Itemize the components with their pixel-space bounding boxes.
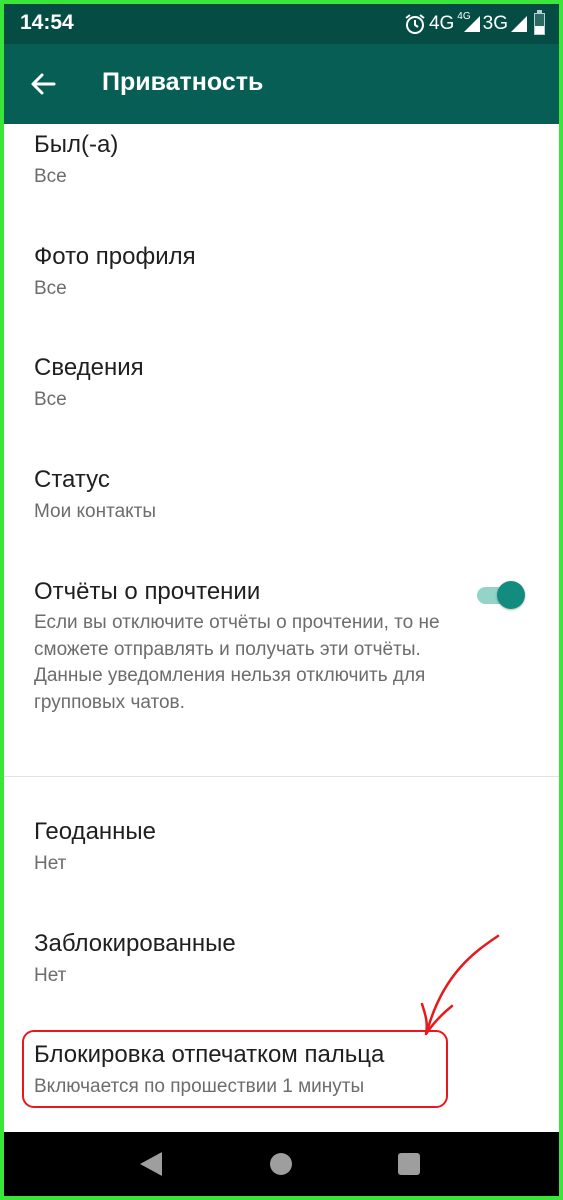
screen: 14:54 4G 4G 3G Приватность Был(-а) Все Ф bbox=[4, 4, 559, 1196]
arrow-left-icon[interactable] bbox=[24, 64, 64, 104]
annotation-arrow-icon bbox=[420, 934, 500, 1036]
battery-icon bbox=[534, 10, 545, 35]
network-type-1: 4G bbox=[428, 13, 455, 34]
network-type-2: 3G bbox=[482, 13, 508, 34]
setting-title: Фото профиля bbox=[34, 243, 196, 270]
setting-value: Все bbox=[34, 389, 67, 410]
setting-title: Был(-а) bbox=[34, 131, 119, 158]
nav-recents-icon[interactable] bbox=[398, 1153, 420, 1175]
status-time: 14:54 bbox=[20, 11, 74, 34]
page-title: Приватность bbox=[102, 68, 264, 96]
highlight-annotation bbox=[22, 1030, 448, 1108]
signal-icon-2 bbox=[511, 16, 527, 32]
setting-location[interactable]: Геоданные Нет bbox=[34, 817, 534, 877]
setting-read-receipts[interactable]: Отчёты о прочтении Если вы отключите отч… bbox=[34, 577, 534, 716]
network-type-small: 4G bbox=[457, 10, 471, 22]
setting-title: Геоданные bbox=[34, 818, 157, 845]
nav-home-icon[interactable] bbox=[270, 1153, 292, 1175]
setting-value: Нет bbox=[34, 853, 67, 874]
setting-title: Статус bbox=[34, 466, 110, 493]
settings-list: Был(-а) Все Фото профиля Все Сведения Вс… bbox=[4, 124, 559, 1132]
setting-last-seen[interactable]: Был(-а) Все bbox=[34, 130, 534, 190]
setting-value: Все bbox=[34, 278, 67, 299]
divider bbox=[4, 776, 559, 777]
setting-value: Мои контакты bbox=[34, 501, 157, 522]
system-nav-bar bbox=[4, 1132, 559, 1196]
setting-value: Все bbox=[34, 166, 67, 187]
setting-title: Отчёты о прочтении bbox=[34, 578, 261, 605]
read-receipts-toggle[interactable] bbox=[477, 580, 525, 610]
alarm-icon bbox=[405, 14, 425, 34]
toggle-thumb bbox=[497, 581, 525, 609]
setting-about[interactable]: Сведения Все bbox=[34, 353, 534, 413]
status-icons: 4G 4G 3G bbox=[404, 10, 545, 38]
setting-title: Сведения bbox=[34, 354, 144, 381]
setting-profile-photo[interactable]: Фото профиля Все bbox=[34, 242, 534, 302]
setting-description: Если вы отключите отчёты о прочтении, то… bbox=[34, 612, 440, 713]
app-bar: Приватность bbox=[4, 44, 559, 124]
setting-status[interactable]: Статус Мои контакты bbox=[34, 465, 534, 525]
status-bar: 14:54 4G 4G 3G bbox=[4, 4, 559, 44]
nav-back-icon[interactable] bbox=[140, 1152, 162, 1176]
